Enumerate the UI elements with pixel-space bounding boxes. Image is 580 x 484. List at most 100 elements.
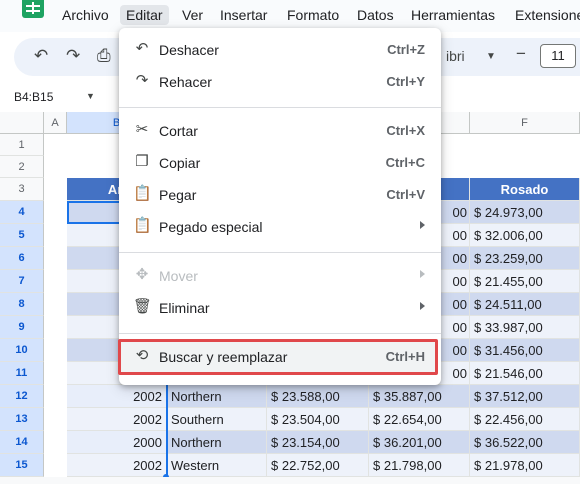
cell-f11[interactable]: $ 21.546,00 <box>470 362 580 385</box>
cell-f5[interactable]: $ 32.006,00 <box>470 224 580 247</box>
cell-e7[interactable]: 00 <box>441 270 470 293</box>
submenu-arrow-icon <box>420 221 425 229</box>
shortcut-label: Ctrl+V <box>386 187 425 202</box>
decrease-font-icon[interactable]: − <box>516 44 526 64</box>
menu-separator <box>119 107 441 108</box>
row-header-10[interactable]: 10 <box>0 339 44 362</box>
header-cell-f[interactable]: Rosado <box>470 178 580 201</box>
row-header-11[interactable]: 11 <box>0 362 44 385</box>
font-dropdown-icon[interactable]: ▼ <box>486 51 496 62</box>
menu-editar[interactable]: Editar <box>120 5 169 25</box>
cell-c13[interactable]: Southern <box>167 408 267 431</box>
cell-b14[interactable]: 2000 <box>67 431 167 454</box>
row-header-8[interactable]: 8 <box>0 293 44 316</box>
cell-e11[interactable]: 00 <box>441 362 470 385</box>
cell-f14[interactable]: $ 36.522,00 <box>470 431 580 454</box>
row-header-4[interactable]: 4 <box>0 201 44 224</box>
cell-c14[interactable]: Northern <box>167 431 267 454</box>
menu-item-label: Pegar <box>159 187 197 203</box>
menu-item-move[interactable]: ✥ Mover <box>119 260 441 292</box>
cell-b13[interactable]: 2002 <box>67 408 167 431</box>
font-size-input[interactable]: 11 <box>540 44 576 68</box>
font-select[interactable]: ibri <box>446 48 465 64</box>
trash-icon: 🗑 <box>133 298 153 315</box>
cell-b15[interactable]: 2002 <box>67 454 167 477</box>
menu-item-redo[interactable]: ↷ Rehacer Ctrl+Y <box>119 66 441 98</box>
menu-insertar[interactable]: Insertar <box>220 7 267 23</box>
print-icon[interactable]: ⎙ <box>97 46 111 66</box>
undo-icon[interactable]: ↶ <box>34 46 48 66</box>
cell-f12[interactable]: $ 37.512,00 <box>470 385 580 408</box>
cell-f7[interactable]: $ 21.455,00 <box>470 270 580 293</box>
shortcut-label: Ctrl+Y <box>386 74 425 89</box>
row-header-15[interactable]: 15 <box>0 454 44 477</box>
name-box[interactable]: B4:B15 ▼ <box>0 84 110 108</box>
cell-f8[interactable]: $ 24.511,00 <box>470 293 580 316</box>
menu-extensiones[interactable]: Extensiones <box>515 7 580 23</box>
cell-f15[interactable]: $ 21.978,00 <box>470 454 580 477</box>
shortcut-label: Ctrl+C <box>385 155 425 170</box>
row-header-6[interactable]: 6 <box>0 247 44 270</box>
cell-f13[interactable]: $ 22.456,00 <box>470 408 580 431</box>
select-all-corner[interactable] <box>0 112 44 134</box>
row-header-12[interactable]: 12 <box>0 385 44 408</box>
menu-item-copy[interactable]: ❐ Copiar Ctrl+C <box>119 147 441 179</box>
row-header-13[interactable]: 13 <box>0 408 44 431</box>
cell-d12[interactable]: $ 23.588,00 <box>267 385 369 408</box>
redo-icon: ↷ <box>135 72 149 89</box>
cell-f6[interactable]: $ 23.259,00 <box>470 247 580 270</box>
menu-item-undo[interactable]: ↶ Deshacer Ctrl+Z <box>119 34 441 66</box>
row-header-7[interactable]: 7 <box>0 270 44 293</box>
cell-f10[interactable]: $ 31.456,00 <box>470 339 580 362</box>
menu-item-paste-special[interactable]: 📋 Pegado especial <box>119 211 441 243</box>
cell-c12[interactable]: Northern <box>167 385 267 408</box>
cell-e8[interactable]: 00 <box>441 293 470 316</box>
sheets-logo-icon[interactable] <box>22 0 44 18</box>
menu-archivo[interactable]: Archivo <box>62 7 109 23</box>
cell-e6[interactable]: 00 <box>441 247 470 270</box>
row-header-14[interactable]: 14 <box>0 431 44 454</box>
column-header-a[interactable]: A <box>44 112 67 134</box>
redo-icon[interactable]: ↷ <box>66 46 80 66</box>
menu-formato[interactable]: Formato <box>287 7 339 23</box>
column-header-f[interactable]: F <box>470 112 580 134</box>
edit-menu: ↶ Deshacer Ctrl+Z ↷ Rehacer Ctrl+Y ✂ Cor… <box>119 28 441 385</box>
cell-b12[interactable]: 2002 <box>67 385 167 408</box>
next-row-strip <box>0 477 580 484</box>
menu-item-paste[interactable]: 📋 Pegar Ctrl+V <box>119 179 441 211</box>
cell-e9[interactable]: 00 <box>441 316 470 339</box>
row-header-5[interactable]: 5 <box>0 224 44 247</box>
menu-item-label: Rehacer <box>159 74 212 90</box>
menu-datos[interactable]: Datos <box>357 7 394 23</box>
row-header-9[interactable]: 9 <box>0 316 44 339</box>
scissors-icon: ✂ <box>135 121 149 138</box>
menu-herramientas[interactable]: Herramientas <box>411 7 495 23</box>
move-icon: ✥ <box>135 266 149 283</box>
cell-d14[interactable]: $ 23.154,00 <box>267 431 369 454</box>
name-box-dropdown-icon[interactable]: ▼ <box>86 91 95 101</box>
cell-e5[interactable]: 00 <box>441 224 470 247</box>
menu-item-find-replace[interactable]: ⟲ Buscar y reemplazar Ctrl+H <box>119 341 441 373</box>
menu-item-label: Mover <box>159 268 198 284</box>
menu-item-label: Buscar y reemplazar <box>159 349 288 365</box>
cell-f9[interactable]: $ 33.987,00 <box>470 316 580 339</box>
menu-item-label: Cortar <box>159 123 198 139</box>
menu-item-cut[interactable]: ✂ Cortar Ctrl+X <box>119 115 441 147</box>
cell-c15[interactable]: Western <box>167 454 267 477</box>
name-box-value: B4:B15 <box>14 90 54 104</box>
menu-item-delete[interactable]: 🗑 Eliminar <box>119 292 441 324</box>
menu-ver[interactable]: Ver <box>182 7 203 23</box>
find-replace-icon: ⟲ <box>135 347 149 364</box>
cell-d13[interactable]: $ 23.504,00 <box>267 408 369 431</box>
cell-f4[interactable]: $ 24.973,00 <box>470 201 580 224</box>
cell-e4[interactable]: 00 <box>441 201 470 224</box>
row-header-1[interactable]: 1 <box>0 134 44 156</box>
row-header-3[interactable]: 3 <box>0 178 44 201</box>
cell-e15[interactable]: $ 21.798,00 <box>369 454 470 477</box>
cell-e10[interactable]: 00 <box>441 339 470 362</box>
row-header-2[interactable]: 2 <box>0 156 44 178</box>
cell-e13[interactable]: $ 22.654,00 <box>369 408 470 431</box>
cell-e14[interactable]: $ 36.201,00 <box>369 431 470 454</box>
cell-d15[interactable]: $ 22.752,00 <box>267 454 369 477</box>
cell-e12[interactable]: $ 35.887,00 <box>369 385 470 408</box>
